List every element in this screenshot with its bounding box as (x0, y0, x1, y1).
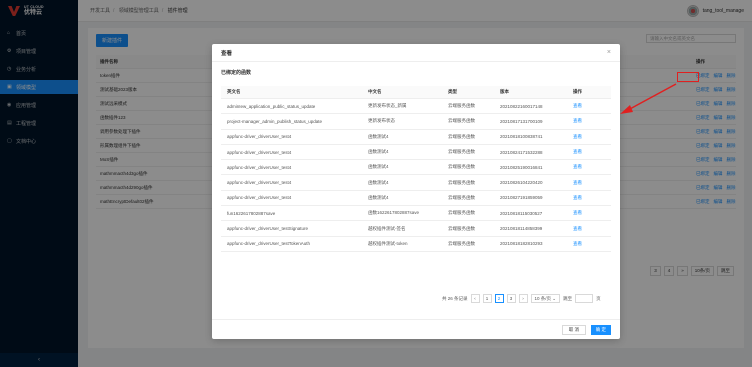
annotation-highlight-box (677, 72, 699, 82)
chevron-down-icon: ⌄ (552, 295, 557, 301)
modal-footer: 取 消 确 定 (212, 319, 620, 339)
table-header: 英文名 中文名 类型 版本 操作 (221, 86, 611, 99)
function-chinese-name: 越权插件测试-token (368, 240, 408, 246)
jump-suffix: 页 (596, 295, 601, 301)
page-size-value: 10 条/页 (534, 295, 552, 301)
function-version: 20210825190016841 (500, 164, 543, 170)
function-chinese-name: 越权插件测试-签名 (368, 225, 406, 231)
table-row: adminIew_application_public_status_updat… (221, 99, 611, 115)
function-chinese-name: 更新发布状态 (368, 118, 395, 124)
function-version: 20210818182810293 (500, 241, 543, 247)
view-link[interactable]: 查看 (571, 241, 611, 247)
table-row: appfunc-driver_driverUser_test4 函数测试4 云端服务… (221, 145, 611, 161)
cancel-button[interactable]: 取 消 (561, 325, 586, 335)
function-type: 云端服务函数 (448, 210, 475, 216)
table-row: fun1622617802887save 函数1622617802887save 云… (221, 206, 611, 222)
function-type: 云端服务函数 (448, 194, 475, 200)
ok-button[interactable]: 确 定 (590, 325, 611, 335)
view-link[interactable]: 查看 (571, 195, 611, 201)
modal-header: 查看 (212, 44, 620, 62)
function-version: 20210818115030527 (500, 210, 543, 216)
function-version: 20210826104220420 (500, 180, 543, 186)
view-link[interactable]: 查看 (571, 180, 611, 186)
function-english-name: appfunc-driver_driverUser_test4 (227, 180, 292, 186)
function-type: 云端服务函数 (448, 179, 475, 185)
view-link[interactable]: 查看 (571, 210, 611, 216)
view-link[interactable]: 查看 (571, 226, 611, 232)
function-chinese-name: 函数1622617802887save (368, 210, 420, 216)
bound-functions-table: 英文名 中文名 类型 版本 操作 adminIew_application_pu… (221, 86, 611, 252)
prev-page-button[interactable]: ‹ (470, 294, 480, 303)
function-version: 20210824171532288 (500, 149, 543, 155)
view-modal: 查看 × 已绑定的函数 英文名 中文名 类型 版本 操作 adminIew_ap… (212, 44, 620, 339)
page-button[interactable]: 3 (506, 294, 516, 303)
function-english-name: appfunc-driver_driverUser_test4 (227, 164, 292, 170)
view-link[interactable]: 查看 (571, 134, 611, 140)
table-row: appfunc-driver_driverUser_test4 函数测试4 云端服务… (221, 130, 611, 145)
column-header-cn: 中文名 (368, 89, 382, 94)
function-english-name: appfunc-driver_driverUser_test4 (227, 149, 292, 155)
modal-title: 查看 (221, 50, 233, 57)
table-row: appfunc-driver_driverUser_testSignature 越… (221, 221, 611, 237)
function-type: 云端服务函数 (448, 133, 475, 139)
function-version: 20210822160017148 (500, 103, 543, 109)
function-english-name: adminIew_application_public_status_updat… (227, 103, 316, 109)
column-header-type: 类型 (448, 89, 457, 94)
jump-label: 跳至 (563, 295, 573, 301)
pagination: 共 26 条记录 ‹ 1 2 3 › 10 条/页 ⌄ 跳至 页 (442, 294, 601, 303)
function-version: 20210818100838741 (500, 134, 543, 140)
table-row: appfunc-driver_driverUser_test4 函数测试4 云端服务… (221, 160, 611, 176)
function-version: 20210817131700109 (500, 118, 543, 124)
page-button[interactable]: 1 (482, 294, 492, 303)
column-header-en: 英文名 (227, 89, 241, 94)
function-english-name: fun1622617802887save (227, 210, 276, 216)
function-english-name: project-manager_admin_publish_status_upd… (227, 118, 323, 124)
function-chinese-name: 函数测试4 (368, 133, 389, 139)
jump-page-input[interactable] (575, 294, 594, 303)
function-type: 云端服务函数 (448, 103, 475, 109)
next-page-button[interactable]: › (518, 294, 528, 303)
view-link[interactable]: 查看 (571, 164, 611, 170)
function-chinese-name: 函数测试4 (368, 179, 389, 185)
table-row: appfunc-driver_driverUser_test4 函数测试4 云端服务… (221, 175, 611, 191)
page-button-current[interactable]: 2 (494, 294, 504, 303)
column-header-op: 操作 (573, 89, 582, 94)
function-english-name: appfunc-driver_driverUser_testTokenAuth (227, 241, 311, 247)
page-size-select[interactable]: 10 条/页 ⌄ (530, 294, 561, 303)
function-version: 20210827191859059 (500, 195, 543, 201)
function-chinese-name: 函数测试4 (368, 164, 389, 170)
pagination-total: 共 26 条记录 (442, 295, 468, 301)
function-english-name: appfunc-driver_driverUser_test4 (227, 134, 292, 140)
column-header-version: 版本 (500, 89, 509, 94)
function-chinese-name: 函数测试4 (368, 149, 389, 155)
section-title: 已绑定的函数 (221, 70, 252, 76)
function-type: 云端服务函数 (448, 118, 475, 124)
function-chinese-name: 函数测试4 (368, 194, 389, 200)
table-row: appfunc-driver_driverUser_testTokenAuth 越… (221, 237, 611, 252)
function-type: 云端服务函数 (448, 225, 475, 231)
table-row: project-manager_admin_publish_status_upd… (221, 114, 611, 130)
close-icon[interactable]: × (607, 49, 611, 56)
view-link[interactable]: 查看 (571, 103, 611, 109)
view-link[interactable]: 查看 (571, 149, 611, 155)
function-version: 20210818114858399 (500, 226, 543, 232)
function-chinese-name: 更新发布状态_新属 (368, 103, 407, 109)
function-type: 云端服务函数 (448, 240, 475, 246)
function-type: 云端服务函数 (448, 164, 475, 170)
function-english-name: appfunc-driver_driverUser_testSignature (227, 226, 309, 232)
function-english-name: appfunc-driver_driverUser_test4 (227, 195, 292, 201)
view-link[interactable]: 查看 (571, 118, 611, 124)
table-row: appfunc-driver_driverUser_test4 函数测试4 云端服务… (221, 191, 611, 207)
function-type: 云端服务函数 (448, 149, 475, 155)
